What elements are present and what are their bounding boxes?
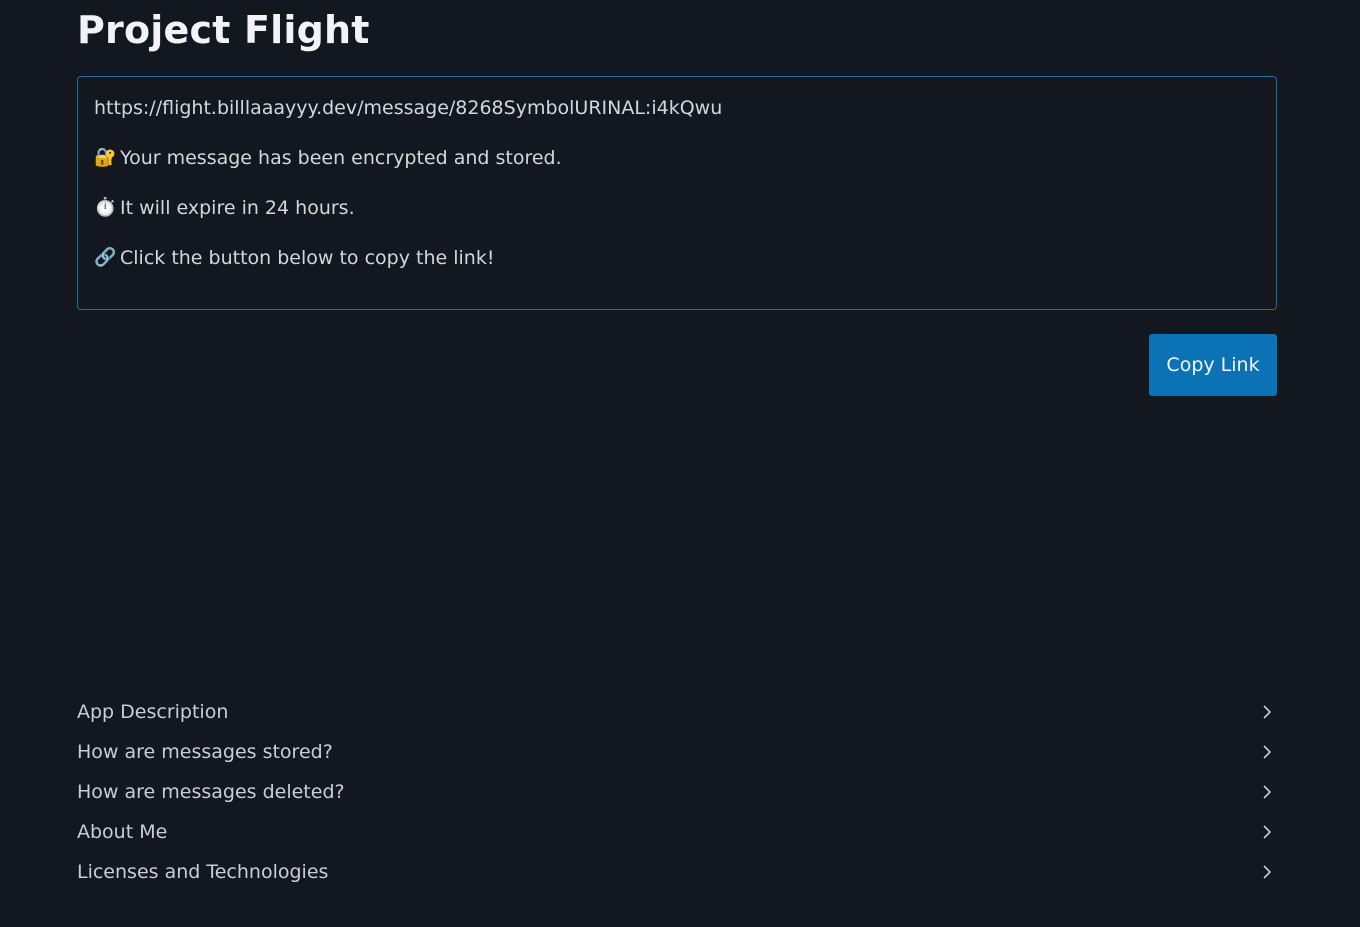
message-line-text: Click the button below to copy the link! xyxy=(120,247,495,269)
message-line-copy: 🔗 Click the button below to copy the lin… xyxy=(94,245,1260,295)
accordion-item-licenses[interactable]: Licenses and Technologies xyxy=(77,852,1277,892)
accordion-item-label: App Description xyxy=(77,701,229,723)
message-box: https://flight.billlaaayyy.dev/message/8… xyxy=(77,76,1277,310)
accordion-item-about-me[interactable]: About Me xyxy=(77,812,1277,852)
accordion-item-label: How are messages stored? xyxy=(77,741,333,763)
link-icon: 🔗 xyxy=(94,247,117,268)
accordion-item-label: How are messages deleted? xyxy=(77,781,345,803)
accordion-item-messages-deleted[interactable]: How are messages deleted? xyxy=(77,772,1277,812)
accordion-item-label: About Me xyxy=(77,821,168,843)
chevron-right-icon xyxy=(1261,822,1273,842)
page-title: Project Flight xyxy=(77,8,370,52)
chevron-right-icon xyxy=(1261,862,1273,882)
page: Project Flight https://flight.billlaaayy… xyxy=(0,0,1360,927)
chevron-right-icon xyxy=(1261,702,1273,722)
accordion-item-label: Licenses and Technologies xyxy=(77,861,329,883)
message-link-text: https://flight.billlaaayyy.dev/message/8… xyxy=(94,97,723,119)
accordion-item-messages-stored[interactable]: How are messages stored? xyxy=(77,732,1277,772)
message-line-expire: ⏱️ It will expire in 24 hours. xyxy=(94,195,1260,245)
message-line-text: Your message has been encrypted and stor… xyxy=(120,147,562,169)
chevron-right-icon xyxy=(1261,782,1273,802)
faq-accordion: App Description How are messages stored?… xyxy=(77,692,1277,892)
locked-with-key-icon: 🔐 xyxy=(94,147,117,168)
message-line-text: It will expire in 24 hours. xyxy=(120,197,355,219)
accordion-item-app-description[interactable]: App Description xyxy=(77,692,1277,732)
copy-link-button[interactable]: Copy Link xyxy=(1149,334,1277,396)
stopwatch-icon: ⏱️ xyxy=(94,197,117,218)
message-link: https://flight.billlaaayyy.dev/message/8… xyxy=(94,95,1260,145)
message-line-encrypted: 🔐 Your message has been encrypted and st… xyxy=(94,145,1260,195)
chevron-right-icon xyxy=(1261,742,1273,762)
